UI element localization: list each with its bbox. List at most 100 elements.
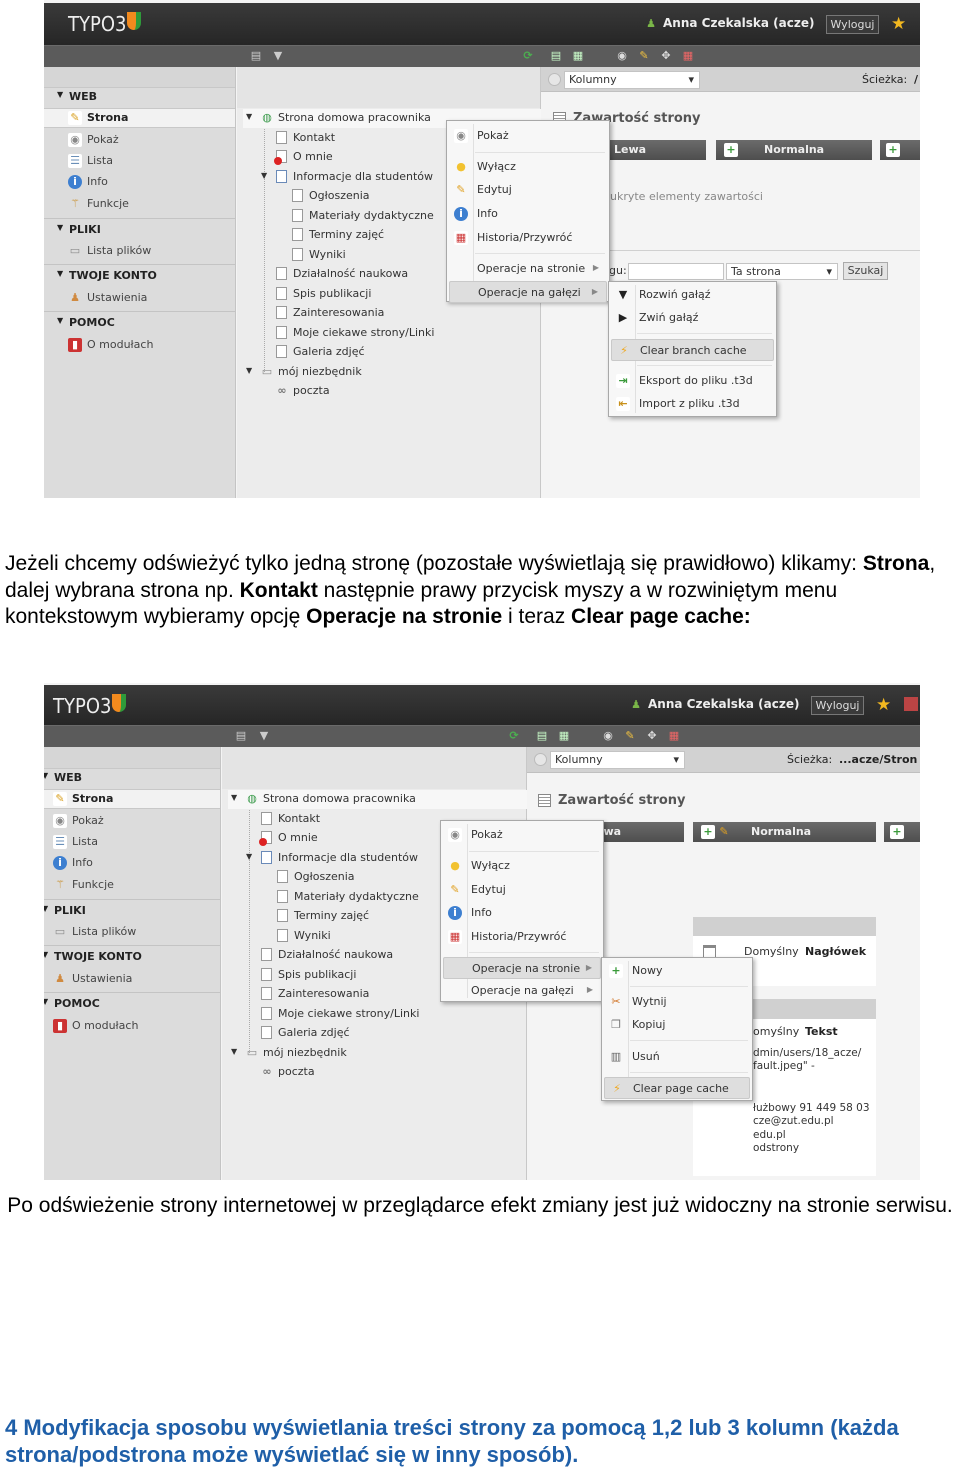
- tree-node[interactable]: Materiały dydaktyczne: [309, 209, 434, 222]
- move-icon[interactable]: ✥: [645, 729, 659, 743]
- bookmark-star-icon[interactable]: ★: [876, 695, 891, 715]
- logout-button[interactable]: Wyloguj: [811, 696, 864, 715]
- sidebar-group-toggle-icon[interactable]: ▼: [57, 223, 63, 232]
- tree-node[interactable]: Terminy zajęć: [294, 909, 369, 922]
- tree-node[interactable]: Zainteresowania: [293, 306, 384, 319]
- help-icon[interactable]: [548, 72, 561, 86]
- sidebar-item-ustawienia[interactable]: Ustawienia: [72, 972, 132, 985]
- menu-item-rozwiń-gałąź[interactable]: ▼ Rozwiń gałąź: [611, 284, 774, 306]
- menu-item-kopiuj[interactable]: ❐ Kopiuj: [604, 1014, 750, 1036]
- menu-item-zwiń-gałąź[interactable]: ▶ Zwiń gałąź: [611, 307, 774, 329]
- workspace-icon[interactable]: [904, 697, 918, 711]
- sidebar-group-twoje-konto[interactable]: TWOJE KONTO: [69, 269, 157, 282]
- history-icon[interactable]: ▦: [681, 49, 695, 63]
- show-hidden-label[interactable]: ukryte elementy zawartości: [610, 190, 763, 203]
- menu-item-wyłącz[interactable]: ● Wyłącz: [449, 156, 607, 178]
- filter-icon[interactable]: ▼: [257, 729, 271, 743]
- view-mode-select[interactable]: Kolumny: [550, 751, 685, 769]
- menu-item-eksport-do-pliku-t3d[interactable]: ⇥ Eksport do pliku .t3d: [611, 370, 774, 392]
- view-icon[interactable]: ◉: [615, 49, 629, 63]
- tree-node[interactable]: Działalność naukowa: [293, 267, 408, 280]
- move-icon[interactable]: ✥: [659, 49, 673, 63]
- menu-item-wyłącz[interactable]: ● Wyłącz: [443, 855, 601, 877]
- tree-node[interactable]: Moje ciekawe strony/Linki: [278, 1007, 419, 1020]
- tree-node[interactable]: Galeria zdjęć: [293, 345, 365, 358]
- new-page-icon[interactable]: ▤: [249, 49, 263, 63]
- edit-icon[interactable]: ✎: [637, 49, 651, 63]
- sidebar-group-toggle-icon[interactable]: ▼: [44, 950, 48, 959]
- tree-expand-toggle-icon[interactable]: ▼: [246, 366, 252, 375]
- menu-item-clear-branch-cache[interactable]: ⚡ Clear branch cache: [611, 339, 774, 361]
- tree-node[interactable]: poczta: [293, 384, 330, 397]
- sidebar-item-ustawienia[interactable]: Ustawienia: [87, 291, 147, 304]
- tree-node[interactable]: O mnie: [278, 831, 318, 844]
- sidebar-item-lista-plików[interactable]: Lista plików: [87, 244, 151, 257]
- tree-node[interactable]: Ogłoszenia: [294, 870, 355, 883]
- tree-node[interactable]: Kontakt: [278, 812, 320, 825]
- tree-node[interactable]: Zainteresowania: [278, 987, 369, 1000]
- menu-item-nowy[interactable]: + Nowy: [604, 960, 750, 982]
- menu-item-wytnij[interactable]: ✂ Wytnij: [604, 991, 750, 1013]
- menu-item-clear-page-cache[interactable]: ⚡ Clear page cache: [604, 1077, 750, 1099]
- view-icon[interactable]: ◉: [601, 729, 615, 743]
- new-page-icon[interactable]: ▤: [549, 49, 563, 63]
- new-record-icon[interactable]: ▦: [571, 49, 585, 63]
- tree-node[interactable]: mój niezbędnik: [263, 1046, 347, 1059]
- menu-item-operacje-na-stronie[interactable]: Operacje na stronie ▶: [449, 258, 607, 280]
- sidebar-item-funkcje[interactable]: Funkcje: [72, 878, 114, 891]
- sidebar-item-pokaż[interactable]: Pokaż: [72, 814, 104, 827]
- tree-expand-toggle-icon[interactable]: ▼: [261, 171, 267, 180]
- new-page-icon[interactable]: ▤: [535, 729, 549, 743]
- tree-node[interactable]: Moje ciekawe strony/Linki: [293, 326, 434, 339]
- menu-item-edytuj[interactable]: ✎ Edytuj: [443, 879, 601, 901]
- sidebar-item-o-modułach[interactable]: O modułach: [87, 338, 153, 351]
- menu-item-operacje-na-gałęzi[interactable]: Operacje na gałęzi ▶: [449, 281, 607, 303]
- tree-node[interactable]: mój niezbędnik: [278, 365, 362, 378]
- tree-node[interactable]: Strona domowa pracownika: [278, 111, 431, 124]
- tree-node[interactable]: Spis publikacji: [293, 287, 371, 300]
- sidebar-group-pomoc[interactable]: POMOC: [54, 997, 100, 1010]
- menu-item-usuń[interactable]: ▥ Usuń: [604, 1046, 750, 1068]
- menu-item-edytuj[interactable]: ✎ Edytuj: [449, 179, 607, 201]
- sidebar-item-strona[interactable]: Strona: [72, 792, 113, 805]
- tree-expand-toggle-icon[interactable]: ▼: [231, 793, 237, 802]
- sidebar-item-info[interactable]: Info: [72, 856, 93, 869]
- sidebar-group-pliki[interactable]: PLIKI: [54, 904, 86, 917]
- menu-item-historia-przywróć[interactable]: ▦ Historia/Przywróć: [449, 227, 607, 249]
- new-page-icon[interactable]: ▤: [234, 729, 248, 743]
- tree-node[interactable]: Spis publikacji: [278, 968, 356, 981]
- sidebar-item-info[interactable]: Info: [87, 175, 108, 188]
- tree-node[interactable]: Informacje dla studentów: [293, 170, 433, 183]
- tree-expand-toggle-icon[interactable]: ▼: [231, 1047, 237, 1056]
- sidebar-group-toggle-icon[interactable]: ▼: [44, 997, 48, 1006]
- sidebar-item-lista[interactable]: Lista: [87, 154, 113, 167]
- new-record-icon[interactable]: ▦: [557, 729, 571, 743]
- history-icon[interactable]: ▦: [667, 729, 681, 743]
- menu-item-import-z-pliku-t3d[interactable]: ⇤ Import z pliku .t3d: [611, 393, 774, 415]
- bookmark-star-icon[interactable]: ★: [891, 14, 906, 34]
- tree-node[interactable]: Informacje dla studentów: [278, 851, 418, 864]
- tree-node[interactable]: Kontakt: [293, 131, 335, 144]
- help-icon[interactable]: [534, 753, 547, 766]
- logout-button[interactable]: Wyloguj: [826, 15, 879, 34]
- tree-node[interactable]: Ogłoszenia: [309, 189, 370, 202]
- tree-expand-toggle-icon[interactable]: ▼: [246, 112, 252, 121]
- sidebar-item-strona[interactable]: Strona: [87, 111, 128, 124]
- search-scope-select[interactable]: Ta strona: [726, 263, 838, 280]
- tree-node[interactable]: Działalność naukowa: [278, 948, 393, 961]
- sidebar-group-pliki[interactable]: PLIKI: [69, 223, 101, 236]
- sidebar-item-lista-plików[interactable]: Lista plików: [72, 925, 136, 938]
- sidebar-group-pomoc[interactable]: POMOC: [69, 316, 115, 329]
- menu-item-operacje-na-gałęzi[interactable]: Operacje na gałęzi ▶: [443, 980, 601, 1002]
- refresh-icon[interactable]: ⟳: [507, 729, 521, 743]
- tree-node[interactable]: poczta: [278, 1065, 315, 1078]
- edit-icon[interactable]: ✎: [623, 729, 637, 743]
- sidebar-item-lista[interactable]: Lista: [72, 835, 98, 848]
- sidebar-item-o-modułach[interactable]: O modułach: [72, 1019, 138, 1032]
- sidebar-group-web[interactable]: WEB: [54, 771, 82, 784]
- menu-item-historia-przywróć[interactable]: ▦ Historia/Przywróć: [443, 926, 601, 948]
- tree-node[interactable]: Wyniki: [309, 248, 346, 261]
- tree-node[interactable]: Terminy zajęć: [309, 228, 384, 241]
- menu-item-pokaż[interactable]: ◉ Pokaż: [449, 125, 607, 147]
- search-input[interactable]: [628, 263, 724, 280]
